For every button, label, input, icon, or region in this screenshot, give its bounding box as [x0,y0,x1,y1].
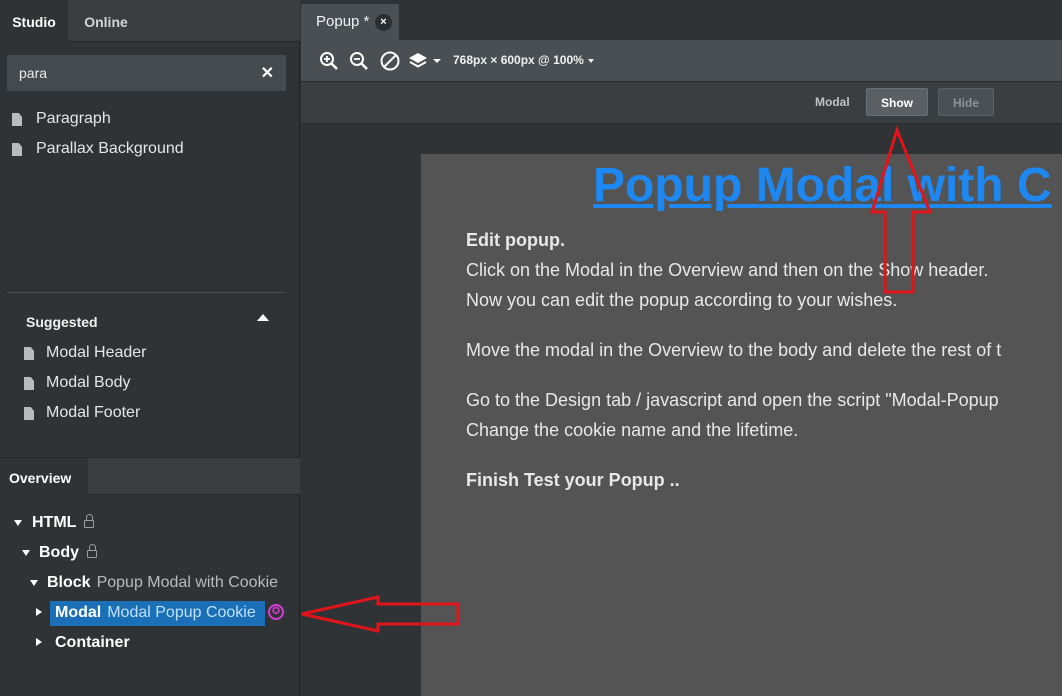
rotate-icon[interactable] [379,50,401,72]
tab-label: Popup * [316,13,370,30]
canvas-size-label: 768px × 600px @ 100% [453,53,584,67]
lock-icon[interactable] [87,544,97,558]
expand-icon[interactable] [22,550,30,556]
expand-icon[interactable] [14,520,22,526]
layers-icon[interactable] [409,51,443,71]
tab-overview[interactable]: Overview [0,458,88,496]
page-title[interactable]: Popup Modal with C [593,158,1052,213]
left-panel: Studio Online para ✕ Paragraph Parallax … [0,0,300,696]
search-value: para [19,65,48,81]
lock-icon[interactable] [84,514,95,528]
expand-icon[interactable] [36,638,42,646]
page-text-heading: Edit popup. [466,230,565,250]
document-tabs: Popup * × [301,0,1062,40]
suggested-title: Suggested [26,314,98,330]
panel-tabs: Studio Online [0,0,300,42]
tree-node-name: Container [55,634,130,651]
expand-icon[interactable] [30,580,38,586]
tree-node-name: HTML [32,514,77,531]
page-text-line: Now you can edit the popup according to … [466,290,898,310]
modal-label: Modal [815,95,850,109]
suggested-label: Modal Header [46,344,147,361]
chevron-down-icon [587,58,594,63]
tree-node-desc: Popup Modal with Cookie [96,574,279,591]
close-icon[interactable]: × [375,14,392,31]
tab-studio[interactable]: Studio [0,0,68,42]
collapse-icon[interactable] [257,314,269,321]
file-icon [12,143,22,156]
overview-tabs: Overview [0,457,300,496]
modal-bar: Modal Show Hide [301,82,1062,124]
page-text-line: Change the cookie name and the lifetime. [466,420,799,440]
tree-node-name: Body [39,544,79,561]
page-text-line: Click on the Modal in the Overview and t… [466,260,989,280]
result-label: Parallax Background [36,140,184,157]
suggested-label: Modal Body [46,374,131,391]
hide-button[interactable]: Hide [938,88,994,116]
page-text-finish: Finish Test your Popup .. [466,470,680,490]
tab-online[interactable]: Online [68,0,144,42]
clear-icon[interactable]: ✕ [261,63,274,83]
zoom-out-icon[interactable] [349,51,369,71]
show-button[interactable]: Show [866,88,928,116]
tree-node-name: Modal [55,604,102,621]
divider [7,292,285,293]
page-preview[interactable]: Popup Modal with C Edit popup. Click on … [421,154,1062,696]
result-label: Paragraph [36,110,111,127]
suggested-label: Modal Footer [46,404,141,421]
zoom-in-icon[interactable] [319,51,339,71]
file-icon [12,113,22,126]
file-icon [24,377,34,390]
file-icon [24,347,34,360]
page-text-line: Move the modal in the Overview to the bo… [466,340,1002,360]
tree-node-name: Block [47,574,91,591]
expand-icon[interactable] [36,608,42,616]
tree-node-desc: Modal Popup Cookie [107,604,256,621]
search-input[interactable]: para ✕ [7,55,286,91]
canvas-size-dropdown[interactable]: 768px × 600px @ 100% [453,53,594,67]
file-icon [24,407,34,420]
page-text-line: Go to the Design tab / javascript and op… [466,390,999,410]
editor-toolbar: 768px × 600px @ 100% [301,40,1062,82]
star-icon[interactable]: ✪ [268,604,284,620]
tab-popup[interactable]: Popup * × [301,4,399,40]
